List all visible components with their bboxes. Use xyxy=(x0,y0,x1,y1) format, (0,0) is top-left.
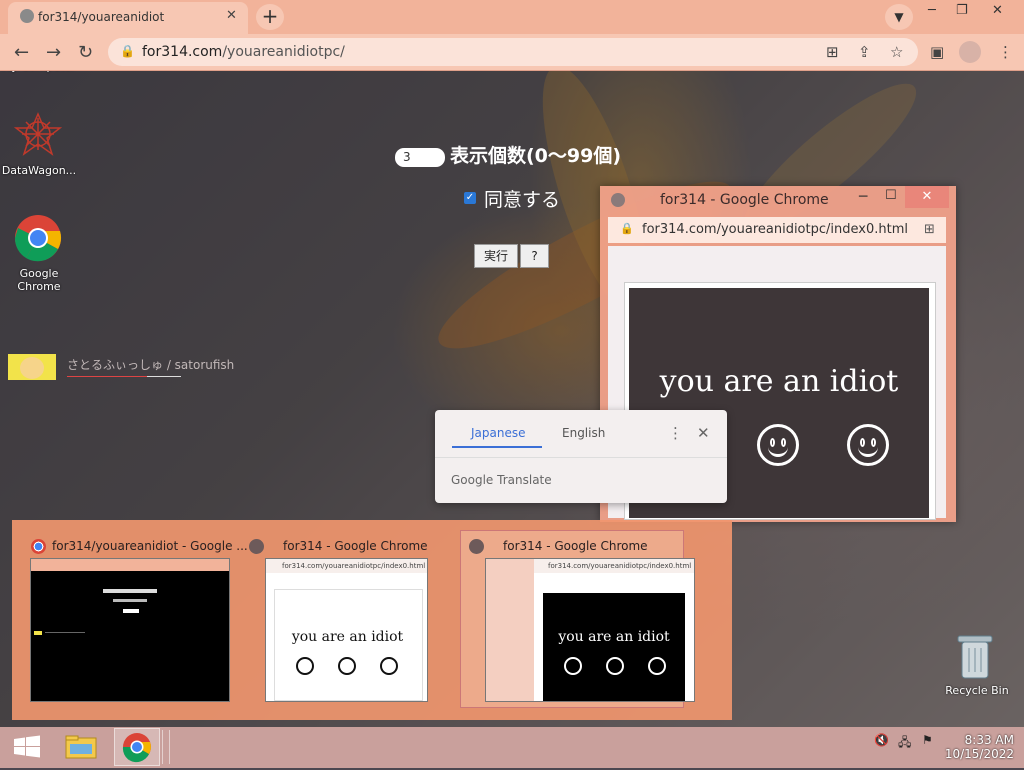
desktop-icon-label: Google Chrome xyxy=(17,267,61,293)
bookmark-star-icon[interactable]: ☆ xyxy=(890,43,903,61)
smiley-icon xyxy=(757,424,799,466)
start-button[interactable] xyxy=(4,728,50,766)
thumbnail-title: for314 - Google Chrome xyxy=(283,539,428,553)
desktop-icon-label: DataWagon... xyxy=(1,164,77,177)
lock-icon[interactable]: 🔒 xyxy=(120,44,135,58)
divider xyxy=(435,457,727,458)
thumbnail-title: for314/youareanidiot - Google ... xyxy=(52,539,248,553)
thumb-url: for314.com/youareanidiotpc/index0.html xyxy=(534,559,694,573)
agree-label: 同意する xyxy=(484,189,561,211)
thumb-form-line xyxy=(103,589,157,593)
tab-english[interactable]: English xyxy=(562,426,605,440)
google-translate-brand: Google Translate xyxy=(451,473,552,487)
thumb-avatar xyxy=(34,631,42,635)
clock-time: 8:33 AM xyxy=(964,733,1014,747)
thumb-message: you are an idiot xyxy=(291,629,404,645)
minimize-icon[interactable]: ─ xyxy=(928,3,936,18)
smiley-icon xyxy=(847,424,889,466)
tab-close-icon[interactable]: ✕ xyxy=(226,8,237,23)
lock-icon: 🔒 xyxy=(620,222,634,235)
url-text: for314.com/youareanidiotpc/ xyxy=(142,44,345,60)
clock-date: 10/15/2022 xyxy=(944,747,1014,761)
popup-maximize-icon[interactable]: ☐ xyxy=(885,188,897,203)
smiley-icon xyxy=(296,657,314,675)
thumb-panel xyxy=(274,589,423,701)
chrome-taskbar-button[interactable] xyxy=(114,728,160,766)
brand-google: Google xyxy=(451,473,494,487)
action-center-flag-icon[interactable]: ⚑ xyxy=(922,733,933,747)
popup-close-button[interactable]: ✕ xyxy=(905,186,949,208)
globe-icon xyxy=(611,193,625,207)
tab-title: for314/youareanidiot xyxy=(38,10,165,24)
recycle-bin-icon[interactable] xyxy=(956,632,994,684)
thumb-message: you are an idiot xyxy=(558,629,670,645)
more-options-icon[interactable]: ⋮ xyxy=(668,424,683,442)
thumb-panel xyxy=(543,593,685,701)
url-path: /youareanidiotpc/ xyxy=(222,44,345,60)
clock[interactable]: 8:33 AM 10/15/2022 xyxy=(940,733,1014,761)
tab-japanese[interactable]: Japanese xyxy=(471,426,526,440)
desktop-icon-label: Recycle Bin xyxy=(945,684,1009,697)
tab-underline xyxy=(452,446,542,448)
thumb-form-line xyxy=(113,599,147,602)
translate-icon[interactable]: ⊞ xyxy=(924,222,935,237)
globe-icon xyxy=(249,539,264,554)
thumbnail-3[interactable]: for314.com/youareanidiotpc/index0.html y… xyxy=(485,558,695,702)
close-icon[interactable]: ✕ xyxy=(697,424,710,442)
author-link[interactable]: さとるふぃっしゅ / satorufish xyxy=(67,356,234,373)
taskbar-gripper xyxy=(162,730,170,764)
thumbnail-title: for314 - Google Chrome xyxy=(503,539,648,553)
maximize-icon[interactable]: ❐ xyxy=(956,3,968,18)
popup-url: for314.com/youareanidiotpc/index0.html xyxy=(642,222,908,237)
chrome-icon xyxy=(31,539,46,554)
author-underline xyxy=(67,376,147,377)
profile-avatar-icon[interactable] xyxy=(959,41,981,63)
smiley-icon xyxy=(338,657,356,675)
tab-search-chevron-icon[interactable]: ▼ xyxy=(885,4,913,30)
url-host: for314.com xyxy=(142,44,223,60)
globe-icon xyxy=(469,539,484,554)
thumb-chrome xyxy=(31,559,229,571)
back-arrow-icon[interactable]: ← xyxy=(14,42,29,63)
new-tab-button[interactable]: + xyxy=(256,4,284,30)
thumb-buttons xyxy=(123,609,139,613)
count-input[interactable]: 3 xyxy=(395,148,445,167)
run-button[interactable]: 実行 xyxy=(474,244,518,268)
thumb-line xyxy=(45,632,85,633)
smiley-icon xyxy=(380,657,398,675)
smiley-icon xyxy=(564,657,582,675)
network-icon[interactable]: 🖧 xyxy=(898,733,911,754)
chrome-desktop-icon[interactable] xyxy=(14,214,62,266)
smiley-icon xyxy=(648,657,666,675)
close-window-icon[interactable]: ✕ xyxy=(992,3,1003,18)
menu-kebab-icon[interactable]: ⋮ xyxy=(998,43,1013,61)
share-icon[interactable]: ⇪ xyxy=(858,43,871,61)
file-explorer-icon[interactable] xyxy=(58,728,104,766)
thumbnail-2[interactable]: for314.com/youareanidiotpc/index0.html y… xyxy=(265,558,428,702)
author-face-icon xyxy=(20,357,44,379)
author-underline xyxy=(147,376,181,377)
datawagon-icon[interactable] xyxy=(13,112,63,160)
popup-minimize-icon[interactable]: ─ xyxy=(859,189,867,205)
side-panel-icon[interactable]: ▣ xyxy=(930,43,944,61)
count-label: 表示個数(0〜99個) xyxy=(450,145,622,167)
translate-icon[interactable]: ⊞ xyxy=(826,43,839,61)
thumb-url: for314.com/youareanidiotpc/index0.html xyxy=(266,559,427,573)
volume-muted-icon[interactable]: 🔇 xyxy=(874,733,889,747)
idiot-message: you are an idiot xyxy=(659,364,899,399)
agree-checkbox[interactable]: ✓ xyxy=(464,192,476,204)
smiley-icon xyxy=(606,657,624,675)
help-button[interactable]: ? xyxy=(520,244,549,268)
globe-icon xyxy=(20,9,34,23)
reload-icon[interactable]: ↻ xyxy=(78,42,93,63)
thumbnail-1[interactable] xyxy=(30,558,230,702)
forward-arrow-icon[interactable]: → xyxy=(46,42,61,63)
popup-title: for314 - Google Chrome xyxy=(660,192,829,208)
brand-translate: Translate xyxy=(497,473,552,487)
